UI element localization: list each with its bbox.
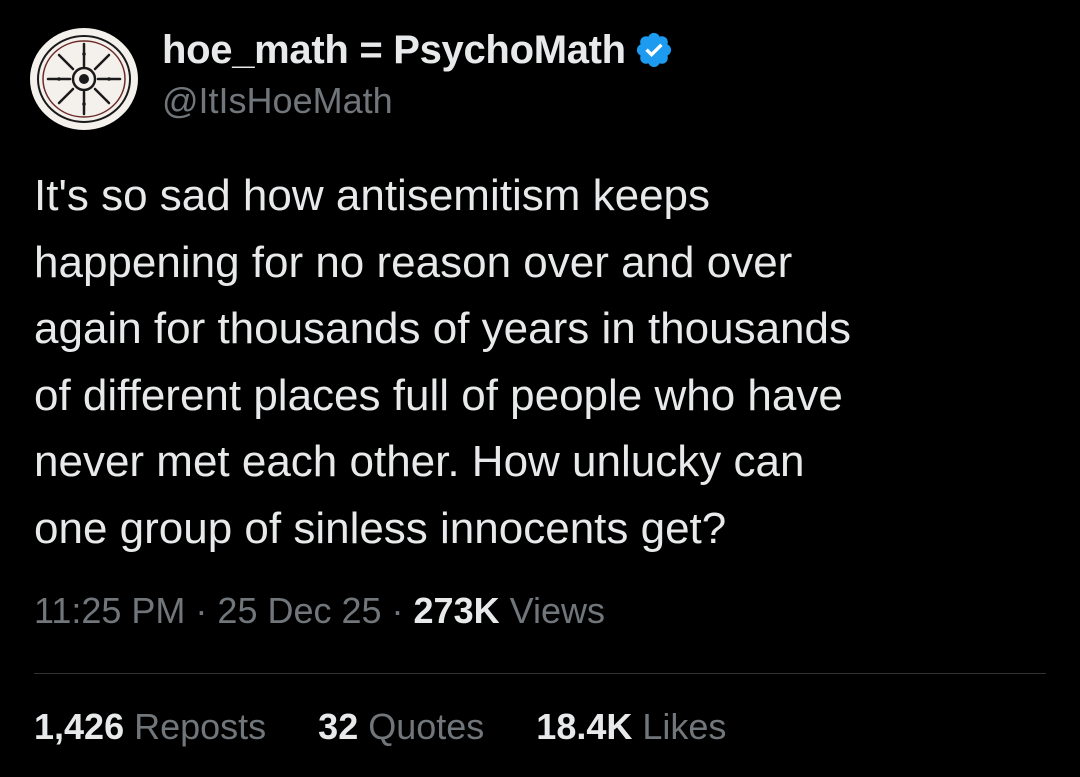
reposts-count: 1,426 xyxy=(34,706,125,747)
reposts-label: Reposts xyxy=(134,706,267,747)
tweet-card: hoe_math = PsychoMath @ItIsHoeMath It's … xyxy=(0,0,1080,777)
meta-separator: · xyxy=(195,590,208,631)
author-avatar[interactable] xyxy=(30,28,138,130)
views-label: Views xyxy=(509,590,605,631)
quotes-label: Quotes xyxy=(368,706,485,747)
verified-badge-icon[interactable] xyxy=(634,30,674,70)
display-name[interactable]: hoe_math = PsychoMath xyxy=(162,28,626,73)
display-name-row: hoe_math = PsychoMath xyxy=(162,28,674,72)
engagement-stats: 1,426 Reposts 32 Quotes 18.4K Likes xyxy=(34,706,778,748)
quotes-count: 32 xyxy=(318,706,359,747)
author-info: hoe_math = PsychoMath @ItIsHoeMath xyxy=(162,28,674,122)
tweet-date[interactable]: 25 Dec 25 xyxy=(217,590,381,632)
reposts-stat[interactable]: 1,426 Reposts xyxy=(34,706,266,748)
author-handle[interactable]: @ItIsHoeMath xyxy=(162,80,674,122)
meta-separator: · xyxy=(391,590,404,631)
tweet-time[interactable]: 11:25 PM xyxy=(34,590,185,632)
likes-count: 18.4K xyxy=(536,706,633,747)
sun-symbol-avatar-icon xyxy=(32,30,136,128)
views-count: 273K xyxy=(413,590,500,631)
divider xyxy=(34,673,1046,674)
quotes-stat[interactable]: 32 Quotes xyxy=(318,706,484,748)
likes-label: Likes xyxy=(642,706,727,747)
tweet-meta: 11:25 PM · 25 Dec 25 · 273K Views xyxy=(34,590,605,632)
likes-stat[interactable]: 18.4K Likes xyxy=(536,706,726,748)
tweet-body-text: It's so sad how antisemitism keeps happe… xyxy=(34,171,851,553)
